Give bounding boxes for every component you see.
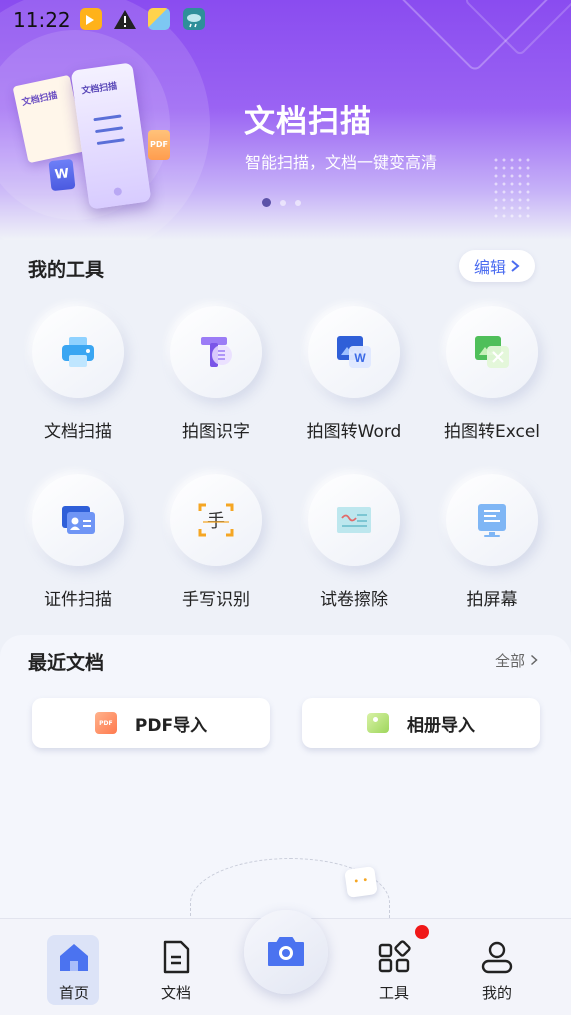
tool-label: 拍图转Word bbox=[306, 422, 402, 442]
tool-label: 试卷擦除 bbox=[320, 590, 388, 610]
excel-icon bbox=[475, 336, 509, 368]
nav-label: 我的 bbox=[481, 984, 512, 1002]
album-import-button[interactable]: 相册导入 bbox=[302, 698, 540, 748]
warning-icon bbox=[113, 8, 137, 30]
id-card-icon bbox=[62, 506, 95, 534]
recent-section-title: 最近文档 bbox=[28, 652, 105, 674]
pager-dot bbox=[280, 199, 286, 206]
document-icon bbox=[163, 940, 190, 974]
illustration-home-dot bbox=[113, 187, 123, 197]
pdf-import-label: PDF导入 bbox=[134, 715, 208, 736]
illustration-doc-text: 文档扫描 bbox=[21, 90, 59, 109]
tool-photo-to-word[interactable]: W 拍图转Word bbox=[289, 306, 419, 456]
gallery-app-icon bbox=[148, 8, 170, 30]
status-time: 11:22 bbox=[13, 8, 71, 32]
profile-icon bbox=[481, 941, 513, 974]
illustration-line bbox=[95, 126, 124, 134]
tool-exam-erase[interactable]: 试卷擦除 bbox=[289, 474, 419, 624]
tool-label: 文档扫描 bbox=[44, 422, 112, 442]
handwriting-icon: 手 bbox=[198, 503, 234, 537]
banner-decoration bbox=[492, 156, 532, 218]
pdf-badge-icon: PDF bbox=[148, 130, 170, 160]
tool-label: 拍图识字 bbox=[182, 422, 250, 442]
tool-label: 拍图转Excel bbox=[443, 422, 541, 442]
banner-title: 文档扫描 bbox=[244, 104, 372, 140]
tv-app-icon bbox=[80, 8, 102, 30]
pager-dot bbox=[295, 199, 301, 206]
banner-subtitle: 智能扫描，文档一键变高清 bbox=[245, 153, 438, 172]
nav-label: 文档 bbox=[160, 984, 191, 1002]
chevron-right-icon bbox=[511, 260, 520, 272]
tool-id-scan[interactable]: 证件扫描 bbox=[13, 474, 143, 624]
tool-handwriting[interactable]: 手 手写识别 bbox=[151, 474, 281, 624]
tool-label: 手写识别 bbox=[182, 590, 250, 610]
word-badge-icon: W bbox=[48, 158, 76, 192]
exam-erase-icon bbox=[337, 507, 371, 533]
tool-bubble bbox=[32, 474, 124, 566]
illustration-phone-text: 文档扫描 bbox=[80, 81, 118, 97]
printer-icon bbox=[62, 337, 94, 367]
nav-profile[interactable]: 我的 bbox=[462, 919, 532, 1015]
album-icon bbox=[367, 713, 389, 733]
edit-tools-button[interactable]: 编辑 bbox=[459, 250, 535, 282]
pager-dot-active bbox=[262, 198, 271, 207]
pdf-import-button[interactable]: PDF PDF导入 bbox=[32, 698, 270, 748]
text-recognition-icon bbox=[201, 337, 232, 367]
empty-state-sticker-icon: • • bbox=[344, 866, 378, 898]
tool-label: 证件扫描 bbox=[44, 590, 112, 610]
notification-badge bbox=[415, 925, 429, 939]
tool-bubble bbox=[32, 306, 124, 398]
camera-icon bbox=[268, 937, 304, 966]
tool-photo-to-excel[interactable]: 拍图转Excel bbox=[427, 306, 557, 456]
screen-capture-icon bbox=[478, 504, 506, 537]
nav-home[interactable]: 首页 bbox=[39, 919, 109, 1015]
tool-screen-capture[interactable]: 拍屏幕 bbox=[427, 474, 557, 624]
word-glyph: W bbox=[354, 351, 366, 365]
tool-label: 拍屏幕 bbox=[466, 590, 518, 610]
tools-icon bbox=[378, 940, 411, 973]
nav-label: 工具 bbox=[378, 984, 409, 1002]
nav-label: 首页 bbox=[58, 984, 89, 1002]
view-all-label: 全部 bbox=[495, 652, 526, 670]
tool-document-scan[interactable]: 文档扫描 bbox=[13, 306, 143, 456]
camera-scan-button[interactable] bbox=[244, 910, 328, 994]
tool-bubble: W bbox=[308, 306, 400, 398]
tools-section-title: 我的工具 bbox=[28, 259, 105, 281]
album-import-label: 相册导入 bbox=[407, 715, 475, 736]
word-icon: W bbox=[337, 336, 371, 368]
tool-bubble bbox=[308, 474, 400, 566]
banner-pager bbox=[262, 198, 301, 207]
edit-label: 编辑 bbox=[473, 258, 506, 277]
home-icon bbox=[60, 944, 88, 971]
weather-app-icon bbox=[183, 8, 205, 30]
status-bar: 11:22 bbox=[0, 0, 571, 40]
view-all-link[interactable]: 全部 bbox=[495, 650, 538, 671]
nav-documents[interactable]: 文档 bbox=[141, 919, 211, 1015]
chevron-right-icon bbox=[530, 654, 538, 666]
tool-bubble bbox=[446, 306, 538, 398]
illustration-line bbox=[93, 114, 122, 122]
tool-bubble: 手 bbox=[170, 474, 262, 566]
tool-bubble bbox=[446, 474, 538, 566]
tool-bubble bbox=[170, 306, 262, 398]
tool-text-recognition[interactable]: 拍图识字 bbox=[151, 306, 281, 456]
illustration-line bbox=[96, 138, 125, 146]
pdf-file-icon: PDF bbox=[94, 712, 117, 734]
